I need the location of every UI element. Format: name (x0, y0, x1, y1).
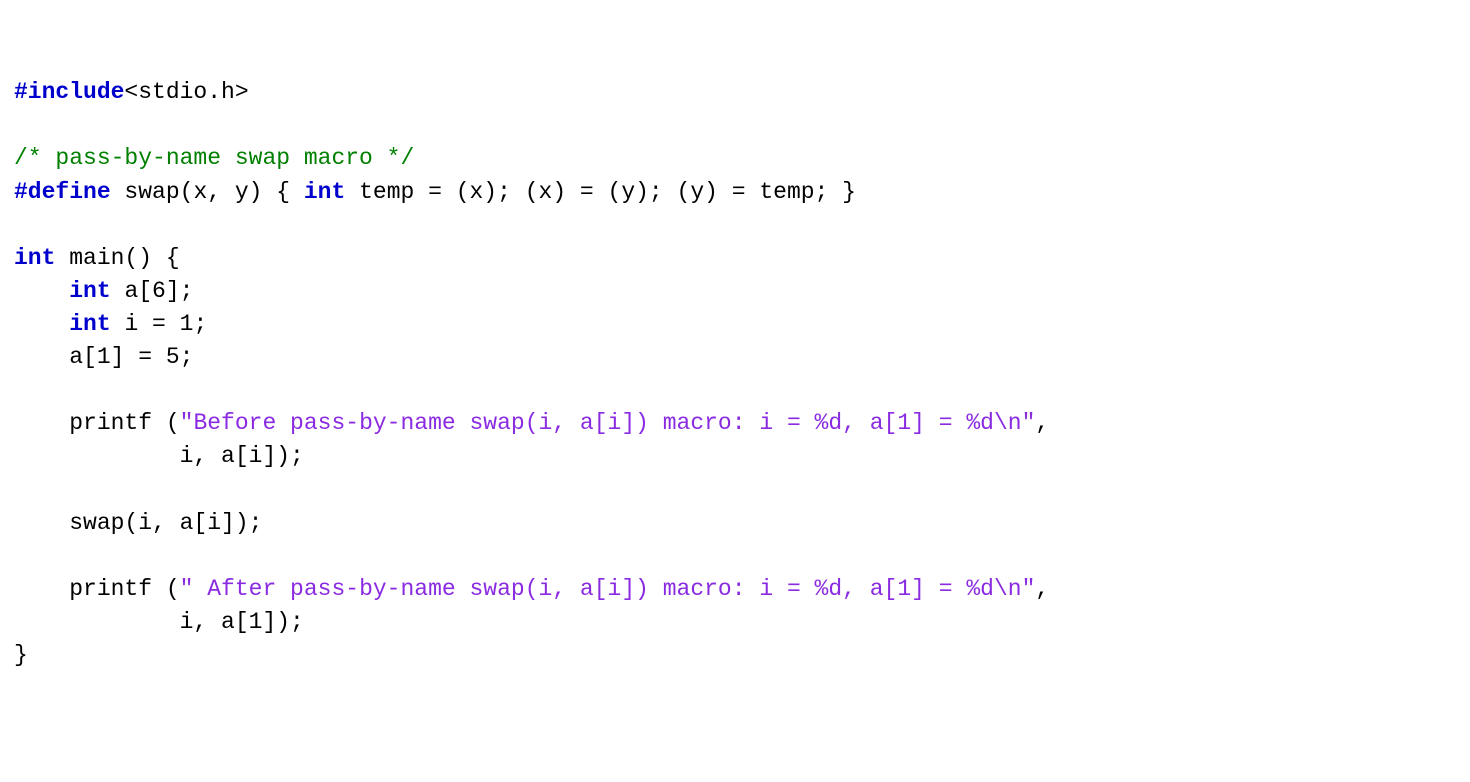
printf-after-args: i, a[1]); (14, 609, 304, 635)
printf-before-b: , (1035, 410, 1049, 436)
define-body-b: temp = (x); (x) = (y); (y) = temp; } (345, 179, 856, 205)
include-header: <stdio.h> (124, 79, 248, 105)
keyword-int: int (69, 278, 110, 304)
keyword-int: int (69, 311, 110, 337)
string-before: "Before pass-by-name swap(i, a[i]) macro… (180, 410, 1036, 436)
main-decl: main() { (55, 245, 179, 271)
define-body-a: swap(x, y) { (111, 179, 304, 205)
printf-after-a: printf ( (14, 576, 180, 602)
code-block: #include<stdio.h> /* pass-by-name swap m… (14, 76, 1456, 672)
printf-before-a: printf ( (14, 410, 180, 436)
printf-before-args: i, a[i]); (14, 443, 304, 469)
comment-swap-macro: /* pass-by-name swap macro */ (14, 145, 414, 171)
preproc-define: #define (14, 179, 111, 205)
assign-a1: a[1] = 5; (14, 344, 193, 370)
indent (14, 278, 69, 304)
decl-array: a[6]; (111, 278, 194, 304)
preproc-include: #include (14, 79, 124, 105)
keyword-int: int (14, 245, 55, 271)
decl-i: i = 1; (111, 311, 208, 337)
printf-after-b: , (1035, 576, 1049, 602)
string-after: " After pass-by-name swap(i, a[i]) macro… (180, 576, 1036, 602)
keyword-int: int (304, 179, 345, 205)
swap-call: swap(i, a[i]); (14, 510, 262, 536)
closing-brace: } (14, 642, 28, 668)
indent (14, 311, 69, 337)
